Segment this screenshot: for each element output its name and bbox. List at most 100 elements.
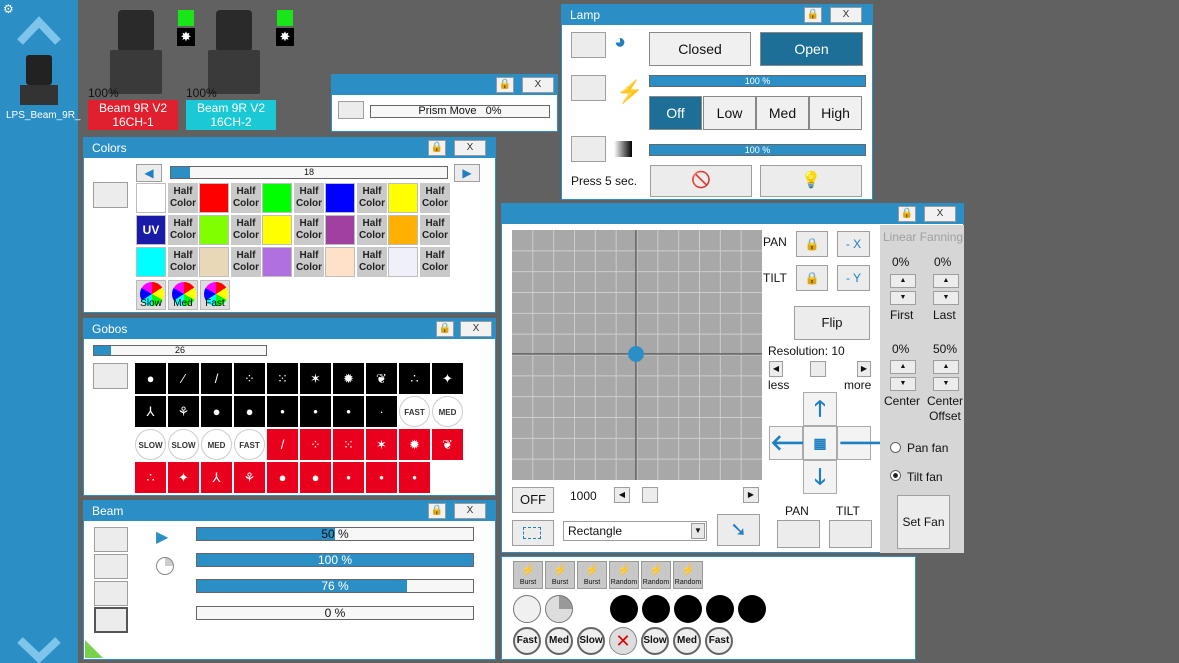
half-color-button[interactable]: Half Color [420, 183, 450, 213]
strobe-burst-button[interactable]: ⚡ Burst [545, 561, 575, 589]
close-button[interactable]: X [460, 321, 492, 337]
gobo-button[interactable]: • [399, 462, 430, 493]
gobo-button[interactable]: ● [300, 462, 331, 493]
gobo-button[interactable]: ⁘ [234, 363, 265, 394]
gobo-button[interactable]: / [267, 429, 298, 460]
strobe-disable-button[interactable]: ✕ [609, 627, 637, 655]
shape-dropdown[interactable]: Rectangle ▼ [563, 521, 707, 541]
resolution-thumb[interactable] [810, 361, 826, 377]
dimmer-med-button[interactable]: Med [756, 96, 809, 130]
dimmer-high-button[interactable]: High [809, 96, 862, 130]
beam-bar-4[interactable]: 0 % [196, 606, 474, 620]
half-color-button[interactable]: Half Color [231, 183, 261, 213]
color-swatch[interactable] [325, 247, 355, 277]
gobo-button[interactable]: ● [135, 363, 166, 394]
speed-slider-thumb[interactable] [642, 487, 658, 503]
close-button[interactable]: X [924, 206, 956, 222]
beam-button-4[interactable] [94, 607, 128, 633]
close-button[interactable]: X [454, 503, 486, 519]
gobo-button[interactable]: ✦ [168, 462, 199, 493]
fixture-card-1[interactable]: ✸ 100% Beam 9R V2 16CH-1 [88, 8, 195, 130]
color-swatch[interactable] [388, 247, 418, 277]
beam-button-3[interactable] [94, 581, 128, 606]
first-up-button[interactable]: ▲ [890, 274, 916, 288]
color-swatch[interactable] [325, 215, 355, 245]
color-swatch-uv[interactable]: UV [136, 215, 166, 245]
beam-button-2[interactable] [94, 554, 128, 579]
strobe-speed-button[interactable]: Med [545, 627, 573, 655]
gobo-bar[interactable]: 26 [93, 345, 267, 356]
arrow-left-button[interactable]: 🡐 [769, 426, 829, 460]
pan-button[interactable] [777, 520, 820, 548]
offset-down-button[interactable]: ▼ [933, 377, 959, 391]
gobo-rotation-button[interactable]: SLOW [168, 429, 199, 460]
resolution-less-button[interactable]: ◀ [769, 361, 783, 377]
color-swatch[interactable] [199, 247, 229, 277]
gobo-button[interactable]: ● [267, 462, 298, 493]
fixture-thumbnail[interactable] [16, 55, 62, 107]
tilt-lock-button[interactable]: 🔒 [796, 265, 828, 291]
gobo-button[interactable]: ⅄ [201, 462, 232, 493]
strobe-phase-button[interactable] [674, 595, 702, 623]
arrow-right-button[interactable]: 🡒 [837, 426, 897, 460]
color-wheel-med-button[interactable]: Med [168, 280, 198, 310]
arrow-down-button[interactable]: 🡓 [803, 460, 837, 494]
half-color-button[interactable]: Half Color [168, 183, 198, 213]
gobo-rotation-button[interactable]: FAST [399, 396, 430, 427]
strobe-speed-button[interactable]: Med [673, 627, 701, 655]
color-swatch[interactable] [262, 183, 292, 213]
gobo-button[interactable]: · [366, 396, 397, 427]
gobo-button[interactable]: ● [201, 396, 232, 427]
pan-tilt-grid[interactable] [512, 230, 762, 480]
strobe-phase-button[interactable] [706, 595, 734, 623]
color-prev-button[interactable]: ◀ [136, 164, 162, 182]
add-icon[interactable] [85, 640, 103, 658]
gobo-button[interactable]: • [366, 462, 397, 493]
fixture-card-2[interactable]: ✸ 100% Beam 9R V2 16CH-2 [186, 8, 294, 130]
gobo-button[interactable]: ❦ [366, 363, 397, 394]
strobe-random-button[interactable]: ⚡ Random [609, 561, 639, 589]
lock-icon[interactable]: 🔒 [898, 206, 916, 222]
dimmer-off-button[interactable]: Off [649, 96, 702, 130]
gobo-button[interactable]: ✹ [399, 429, 430, 460]
close-button[interactable]: X [522, 77, 554, 93]
color-toggle-button[interactable] [93, 182, 128, 208]
prism-move-bar[interactable]: Prism Move 0% [370, 105, 550, 118]
minus-x-button[interactable]: - X [837, 231, 870, 257]
strobe-random-button[interactable]: ⚡ Random [673, 561, 703, 589]
half-color-button[interactable]: Half Color [420, 215, 450, 245]
strobe-shape-button[interactable] [513, 595, 541, 623]
strobe-speed-button[interactable]: Slow [641, 627, 669, 655]
prism-toggle-button[interactable] [338, 101, 364, 119]
flip-button[interactable]: Flip [794, 306, 870, 340]
color-swatch[interactable] [388, 215, 418, 245]
strobe-random-button[interactable]: ⚡ Random [641, 561, 671, 589]
gobo-button[interactable]: • [333, 462, 364, 493]
lamp-on-button[interactable]: 💡 [760, 165, 862, 197]
dimmer-low-button[interactable]: Low [703, 96, 756, 130]
beam-bar-1[interactable]: 50 % [196, 527, 474, 541]
half-color-button[interactable]: Half Color [420, 247, 450, 277]
color-swatch[interactable] [199, 215, 229, 245]
center-up-button[interactable]: ▲ [890, 360, 916, 374]
gobo-button[interactable]: / [201, 363, 232, 394]
open-button[interactable]: Open [760, 32, 863, 66]
gobo-button[interactable]: • [267, 396, 298, 427]
gobo-button[interactable]: ● [234, 396, 265, 427]
beam-button-1[interactable] [94, 527, 128, 552]
color-swatch[interactable] [325, 183, 355, 213]
half-color-button[interactable]: Half Color [294, 247, 324, 277]
color-bar[interactable]: 18 [170, 166, 448, 179]
half-color-button[interactable]: Half Color [168, 215, 198, 245]
tilt-button[interactable] [829, 520, 872, 548]
lock-icon[interactable]: 🔒 [804, 7, 822, 23]
color-next-button[interactable]: ▶ [454, 164, 480, 182]
color-swatch[interactable] [262, 247, 292, 277]
beam-bar-2[interactable]: 100 % [196, 553, 474, 567]
strobe-phase-button[interactable] [610, 595, 638, 623]
chevron-down-icon[interactable] [16, 636, 62, 663]
center-button[interactable]: ▦ [803, 426, 837, 460]
closed-button[interactable]: Closed [649, 32, 751, 66]
gobo-button[interactable]: ✦ [432, 363, 463, 394]
color-swatch[interactable] [262, 215, 292, 245]
